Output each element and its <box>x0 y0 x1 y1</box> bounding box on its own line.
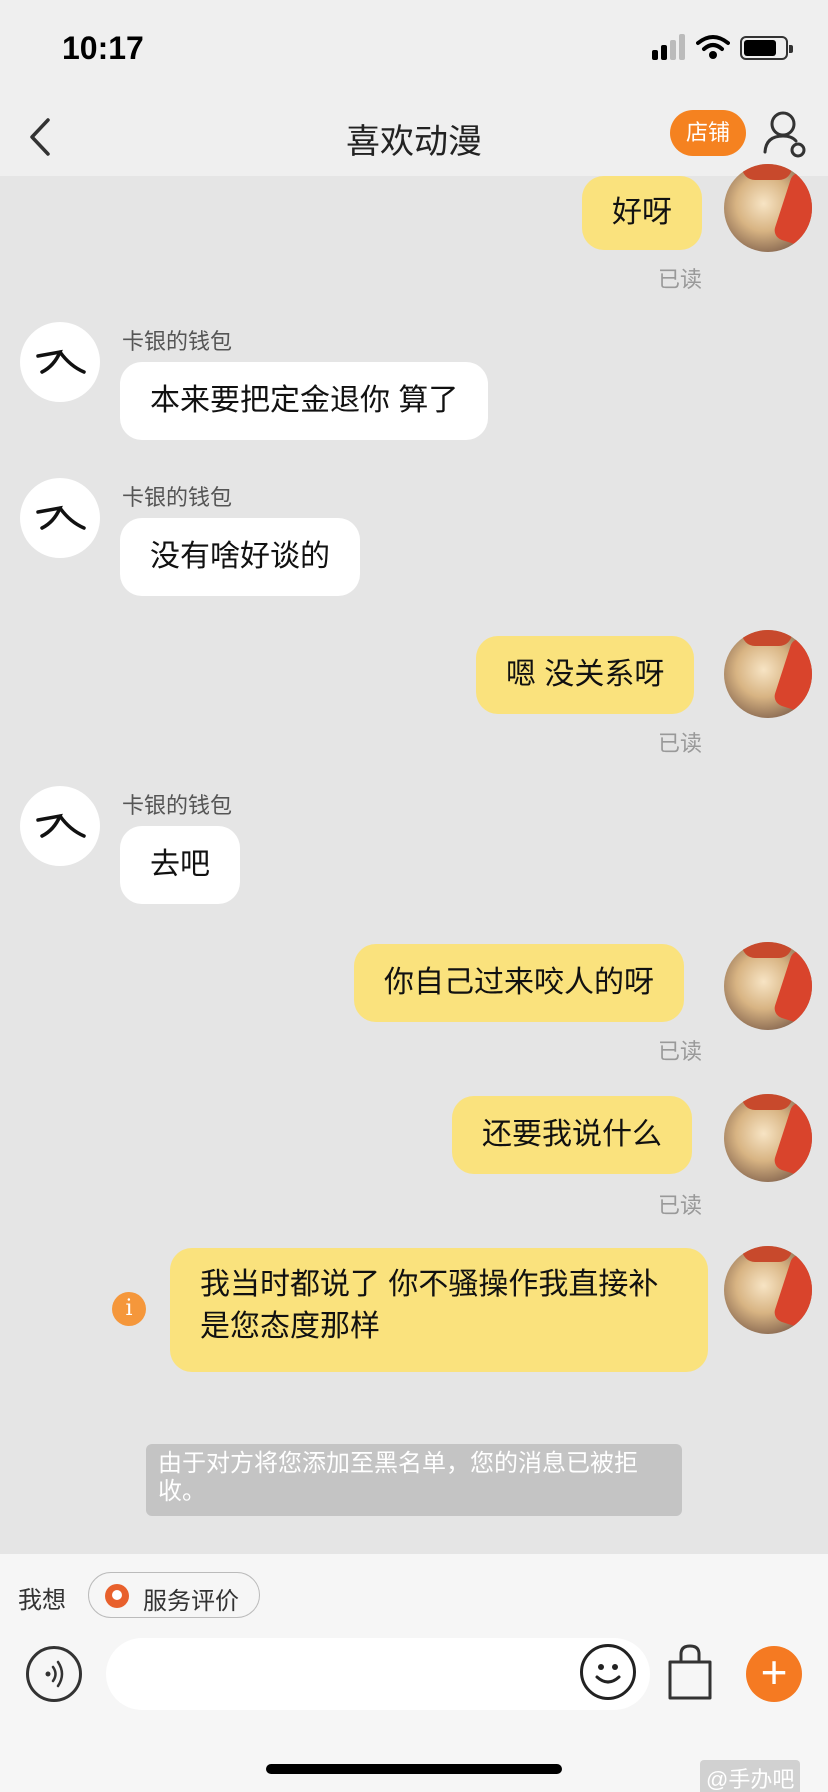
status-bar: 10:17 <box>0 0 828 100</box>
my-avatar[interactable] <box>724 1246 812 1334</box>
read-receipt: 已读 <box>658 1193 703 1218</box>
service-review-label: 服务评价 <box>143 1588 239 1615</box>
watermark: @手办吧 <box>700 1760 801 1792</box>
my-message-bubble[interactable]: 你自己过来咬人的呀 <box>354 944 684 1022</box>
plus-more-button[interactable]: + <box>746 1646 802 1702</box>
review-icon <box>105 1584 129 1608</box>
read-receipt: 已读 <box>658 267 703 292</box>
service-review-chip[interactable]: 服务评价 <box>88 1572 260 1618</box>
home-indicator <box>266 1764 562 1774</box>
smiley-icon <box>595 1664 621 1684</box>
user-settings-icon[interactable] <box>762 108 808 160</box>
my-avatar[interactable] <box>724 1094 812 1182</box>
read-receipt: 已读 <box>658 731 703 756</box>
emoji-button[interactable] <box>580 1644 636 1700</box>
sender-name: 卡银的钱包 <box>122 793 233 818</box>
battery-icon <box>740 36 793 60</box>
cellular-signal-icon <box>652 34 688 60</box>
nav-bar: 喜欢动漫 店铺 <box>0 100 828 176</box>
my-message-bubble[interactable]: 还要我说什么 <box>452 1096 692 1174</box>
seller-message-bubble[interactable]: 本来要把定金退你 算了 <box>120 362 489 440</box>
voice-icon <box>45 1660 64 1688</box>
seller-message-bubble[interactable]: 去吧 <box>120 826 240 904</box>
my-message-bubble[interactable]: 嗯 没关系呀 <box>476 636 695 714</box>
seller-message-bubble[interactable]: 没有啥好谈的 <box>120 518 360 596</box>
shop-button[interactable]: 店铺 <box>670 110 746 156</box>
voice-input-button[interactable] <box>26 1646 82 1702</box>
my-avatar[interactable] <box>724 630 812 718</box>
shopping-bag-icon[interactable] <box>664 1642 716 1702</box>
bottom-bar: 我想 服务评价 + @手办吧 <box>0 1554 828 1792</box>
seller-avatar[interactable] <box>20 786 100 866</box>
my-avatar[interactable] <box>724 942 812 1030</box>
my-avatar[interactable] <box>724 164 812 252</box>
failed-info-icon[interactable]: i <box>112 1292 146 1326</box>
wifi-icon <box>696 35 730 59</box>
seller-avatar[interactable] <box>20 478 100 558</box>
my-message-bubble[interactable]: 好呀 <box>582 176 702 250</box>
read-receipt: 已读 <box>658 1039 703 1064</box>
my-message-bubble[interactable]: 我当时都说了 你不骚操作我直接补 是您态度那样 <box>170 1248 708 1372</box>
wish-label: 我想 <box>18 1587 66 1614</box>
message-input[interactable] <box>106 1638 650 1710</box>
blacklist-notice: 由于对方将您添加至黑名单，您的消息已被拒收。 <box>146 1444 682 1516</box>
seller-avatar[interactable] <box>20 322 100 402</box>
status-time: 10:17 <box>62 30 144 66</box>
sender-name: 卡银的钱包 <box>122 329 233 354</box>
sender-name: 卡银的钱包 <box>122 485 233 510</box>
